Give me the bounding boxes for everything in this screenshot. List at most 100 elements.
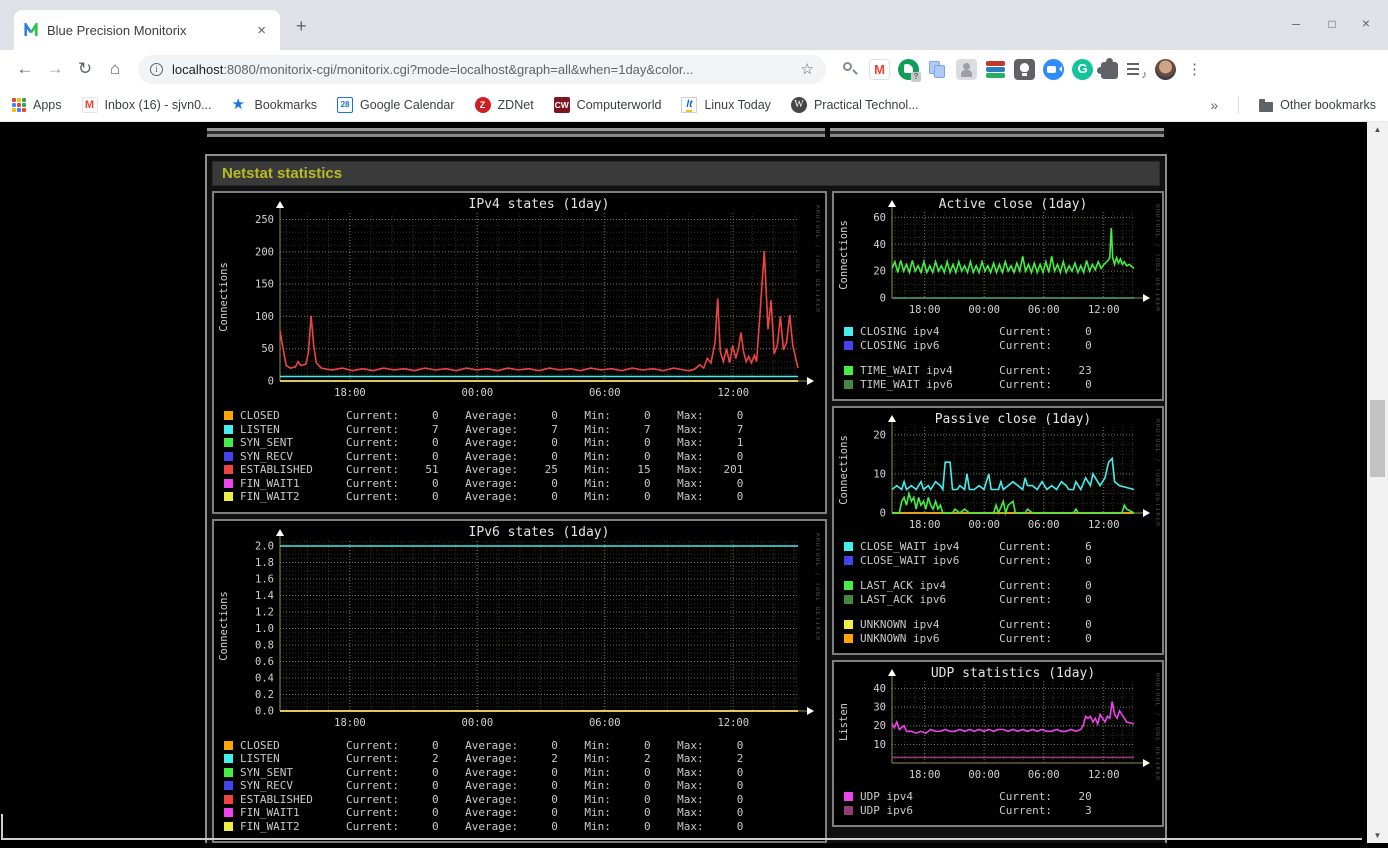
svg-text:10: 10 [873, 468, 886, 480]
bookmark-item[interactable]: ★ Bookmarks [232, 96, 318, 113]
window-maximize-icon[interactable]: □ [1322, 17, 1342, 31]
puzzle-icon[interactable] [1097, 57, 1118, 79]
svg-text:1.6: 1.6 [255, 573, 274, 585]
svg-text:Active close (1day): Active close (1day) [939, 197, 1088, 212]
svg-text:200: 200 [255, 246, 274, 258]
lamp-icon[interactable] [1014, 58, 1035, 80]
ipv6-chart: IPv6 states (1day) 0.0 0.2 0.4 0.6 0.8 1.0 1.2 1… [216, 523, 820, 736]
reload-icon[interactable]: ↻ [70, 59, 100, 79]
legend-row: SYN_RECV Current: 0 Average: 0 Min: 0 Ma… [224, 779, 819, 793]
legend-text: CLOSING ipv4 Current: 0 [860, 325, 1092, 338]
legend-swatch [224, 740, 233, 750]
computerworld-icon: CW [553, 96, 570, 113]
browser-chrome: Blue Precision Monitorix × + – □ × ← → ↻… [0, 0, 1388, 122]
svg-text:40: 40 [873, 683, 886, 695]
apps-grid-icon [12, 98, 26, 112]
svg-text:RRDTOOL / TOBI OETIKER: RRDTOOL / TOBI OETIKER [1154, 204, 1160, 312]
passive-legend: CLOSE_WAIT ipv4 Current: 6 CLOSE_WAIT ipv… [836, 537, 1160, 649]
bookmarks-overflow-icon[interactable]: » [1210, 97, 1218, 113]
active-legend: CLOSING ipv4 Current: 0 CLOSING ipv6 Curr… [836, 322, 1160, 395]
svg-text:1.8: 1.8 [255, 556, 274, 568]
legend-row: UDP ipv6 Current: 3 [844, 804, 1156, 818]
legend-row: CLOSING ipv6 Current: 0 [844, 339, 1156, 353]
reading-list-icon[interactable]: ♪ [1126, 59, 1147, 81]
legend-swatch [844, 594, 853, 604]
home-icon[interactable]: ⌂ [100, 59, 130, 79]
svg-text:0.6: 0.6 [255, 655, 274, 667]
legend-row: LAST_ACK ipv4 Current: 0 [844, 579, 1156, 593]
avatar[interactable] [1155, 58, 1176, 80]
ipv4-legend: CLOSED Current: 0 Average: 0 Min: 0 Max:… [216, 406, 823, 508]
bookmark-star-icon[interactable]: ☆ [801, 60, 814, 78]
copy-icon[interactable] [927, 59, 948, 80]
legend-swatch [224, 808, 233, 818]
svg-text:40: 40 [873, 239, 886, 251]
scroll-down-icon[interactable]: ▼ [1367, 828, 1388, 843]
svg-text:12:00: 12:00 [717, 717, 749, 729]
monitorix-favicon-icon [24, 23, 38, 37]
svg-text:00:00: 00:00 [462, 387, 494, 399]
legend-text: TIME_WAIT ipv6 Current: 0 [860, 377, 1092, 391]
other-bookmarks[interactable]: Other bookmarks [1259, 98, 1376, 112]
svg-text:Listen: Listen [838, 703, 850, 741]
legend-swatch [844, 327, 853, 337]
legend-text: SYN_RECV Current: 0 Average: 0 Min: 0 Ma… [240, 449, 744, 463]
legend-swatch [844, 366, 853, 376]
bookmark-item[interactable]: M Inbox (16) - sjvn0... [81, 96, 212, 113]
svg-text:00:00: 00:00 [462, 717, 494, 729]
scrollbar-thumb[interactable] [1370, 400, 1385, 477]
svg-text:20: 20 [873, 720, 886, 732]
legend-row: CLOSE_WAIT ipv4 Current: 6 [844, 540, 1156, 554]
person-icon[interactable] [956, 58, 977, 80]
tab-title: Blue Precision Monitorix [47, 22, 187, 38]
legend-row: SYN_SENT Current: 0 Average: 0 Min: 0 Ma… [224, 436, 819, 450]
bookmark-item[interactable]: Z ZDNet [474, 96, 534, 113]
bookmark-item[interactable]: lt Linux Today [681, 96, 771, 113]
bookmark-item[interactable]: Apps [12, 97, 62, 112]
back-icon[interactable]: ← [10, 59, 40, 79]
zoom-camera-icon[interactable] [1043, 58, 1064, 80]
legend-row: ESTABLISHED Current: 0 Average: 0 Min: 0… [224, 793, 819, 807]
forward-icon[interactable]: → [40, 59, 70, 79]
bookmark-item[interactable]: W Practical Technol... [790, 96, 919, 113]
voice-icon[interactable]: ? [898, 58, 921, 82]
gmail-icon[interactable]: M [869, 58, 890, 80]
svg-text:0: 0 [268, 376, 274, 388]
search-icon[interactable] [840, 59, 861, 80]
bookmark-label: Computerworld [576, 97, 662, 112]
legend-row: CLOSED Current: 0 Average: 0 Min: 0 Max:… [224, 739, 819, 753]
new-tab-icon[interactable]: + [296, 16, 307, 37]
legend-text: FIN_WAIT1 Current: 0 Average: 0 Min: 0 M… [240, 806, 744, 819]
legend-row: FIN_WAIT2 Current: 0 Average: 0 Min: 0 M… [224, 490, 819, 504]
scrollbar[interactable]: ▲ ▼ [1367, 122, 1388, 843]
grammarly-icon[interactable]: G [1072, 58, 1093, 80]
legend-swatch [844, 555, 853, 565]
window-minimize-icon[interactable]: – [1286, 15, 1306, 31]
svg-text:0.8: 0.8 [255, 639, 274, 651]
tab-close-icon[interactable]: × [253, 22, 270, 39]
svg-text:Connections: Connections [218, 262, 230, 332]
url-text[interactable]: localhost:8080/monitorix-cgi/monitorix.c… [172, 62, 793, 77]
svg-text:18:00: 18:00 [909, 769, 941, 781]
svg-text:06:00: 06:00 [1028, 304, 1060, 316]
scroll-up-icon[interactable]: ▲ [1367, 122, 1388, 137]
legend-row: CLOSE_WAIT ipv6 Current: 0 [844, 554, 1156, 568]
bookmark-item[interactable]: CW Computerworld [553, 96, 662, 113]
window-close-icon[interactable]: × [1356, 15, 1376, 31]
legend-row: UDP ipv4 Current: 20 [844, 790, 1156, 804]
svg-text:18:00: 18:00 [909, 304, 941, 316]
bookmark-item[interactable]: 28 Google Calendar [337, 96, 455, 113]
legend-row: FIN_WAIT2 Current: 0 Average: 0 Min: 0 M… [224, 820, 819, 834]
legend-text: CLOSING ipv6 Current: 0 [860, 338, 1092, 352]
legend-swatch [224, 492, 233, 502]
udp-statistics-panel: UDP statistics (1day) 10 20 30 40 18:00 00:00 0… [832, 660, 1164, 827]
page-info-icon[interactable]: i [150, 62, 163, 76]
address-bar[interactable]: i localhost:8080/monitorix-cgi/monitorix… [138, 54, 826, 84]
books-icon[interactable] [985, 59, 1006, 80]
legend-swatch [224, 438, 233, 448]
browser-tab[interactable]: Blue Precision Monitorix × [14, 10, 280, 50]
svg-text:06:00: 06:00 [1028, 519, 1060, 531]
svg-text:RRDTOOL / TOBI OETIKER: RRDTOOL / TOBI OETIKER [814, 533, 820, 641]
menu-dots-icon[interactable]: ⋮ [1184, 59, 1205, 80]
bookmarks-bar: Apps M Inbox (16) - sjvn0... ★ Bookmarks 28 Go… [0, 88, 1388, 122]
